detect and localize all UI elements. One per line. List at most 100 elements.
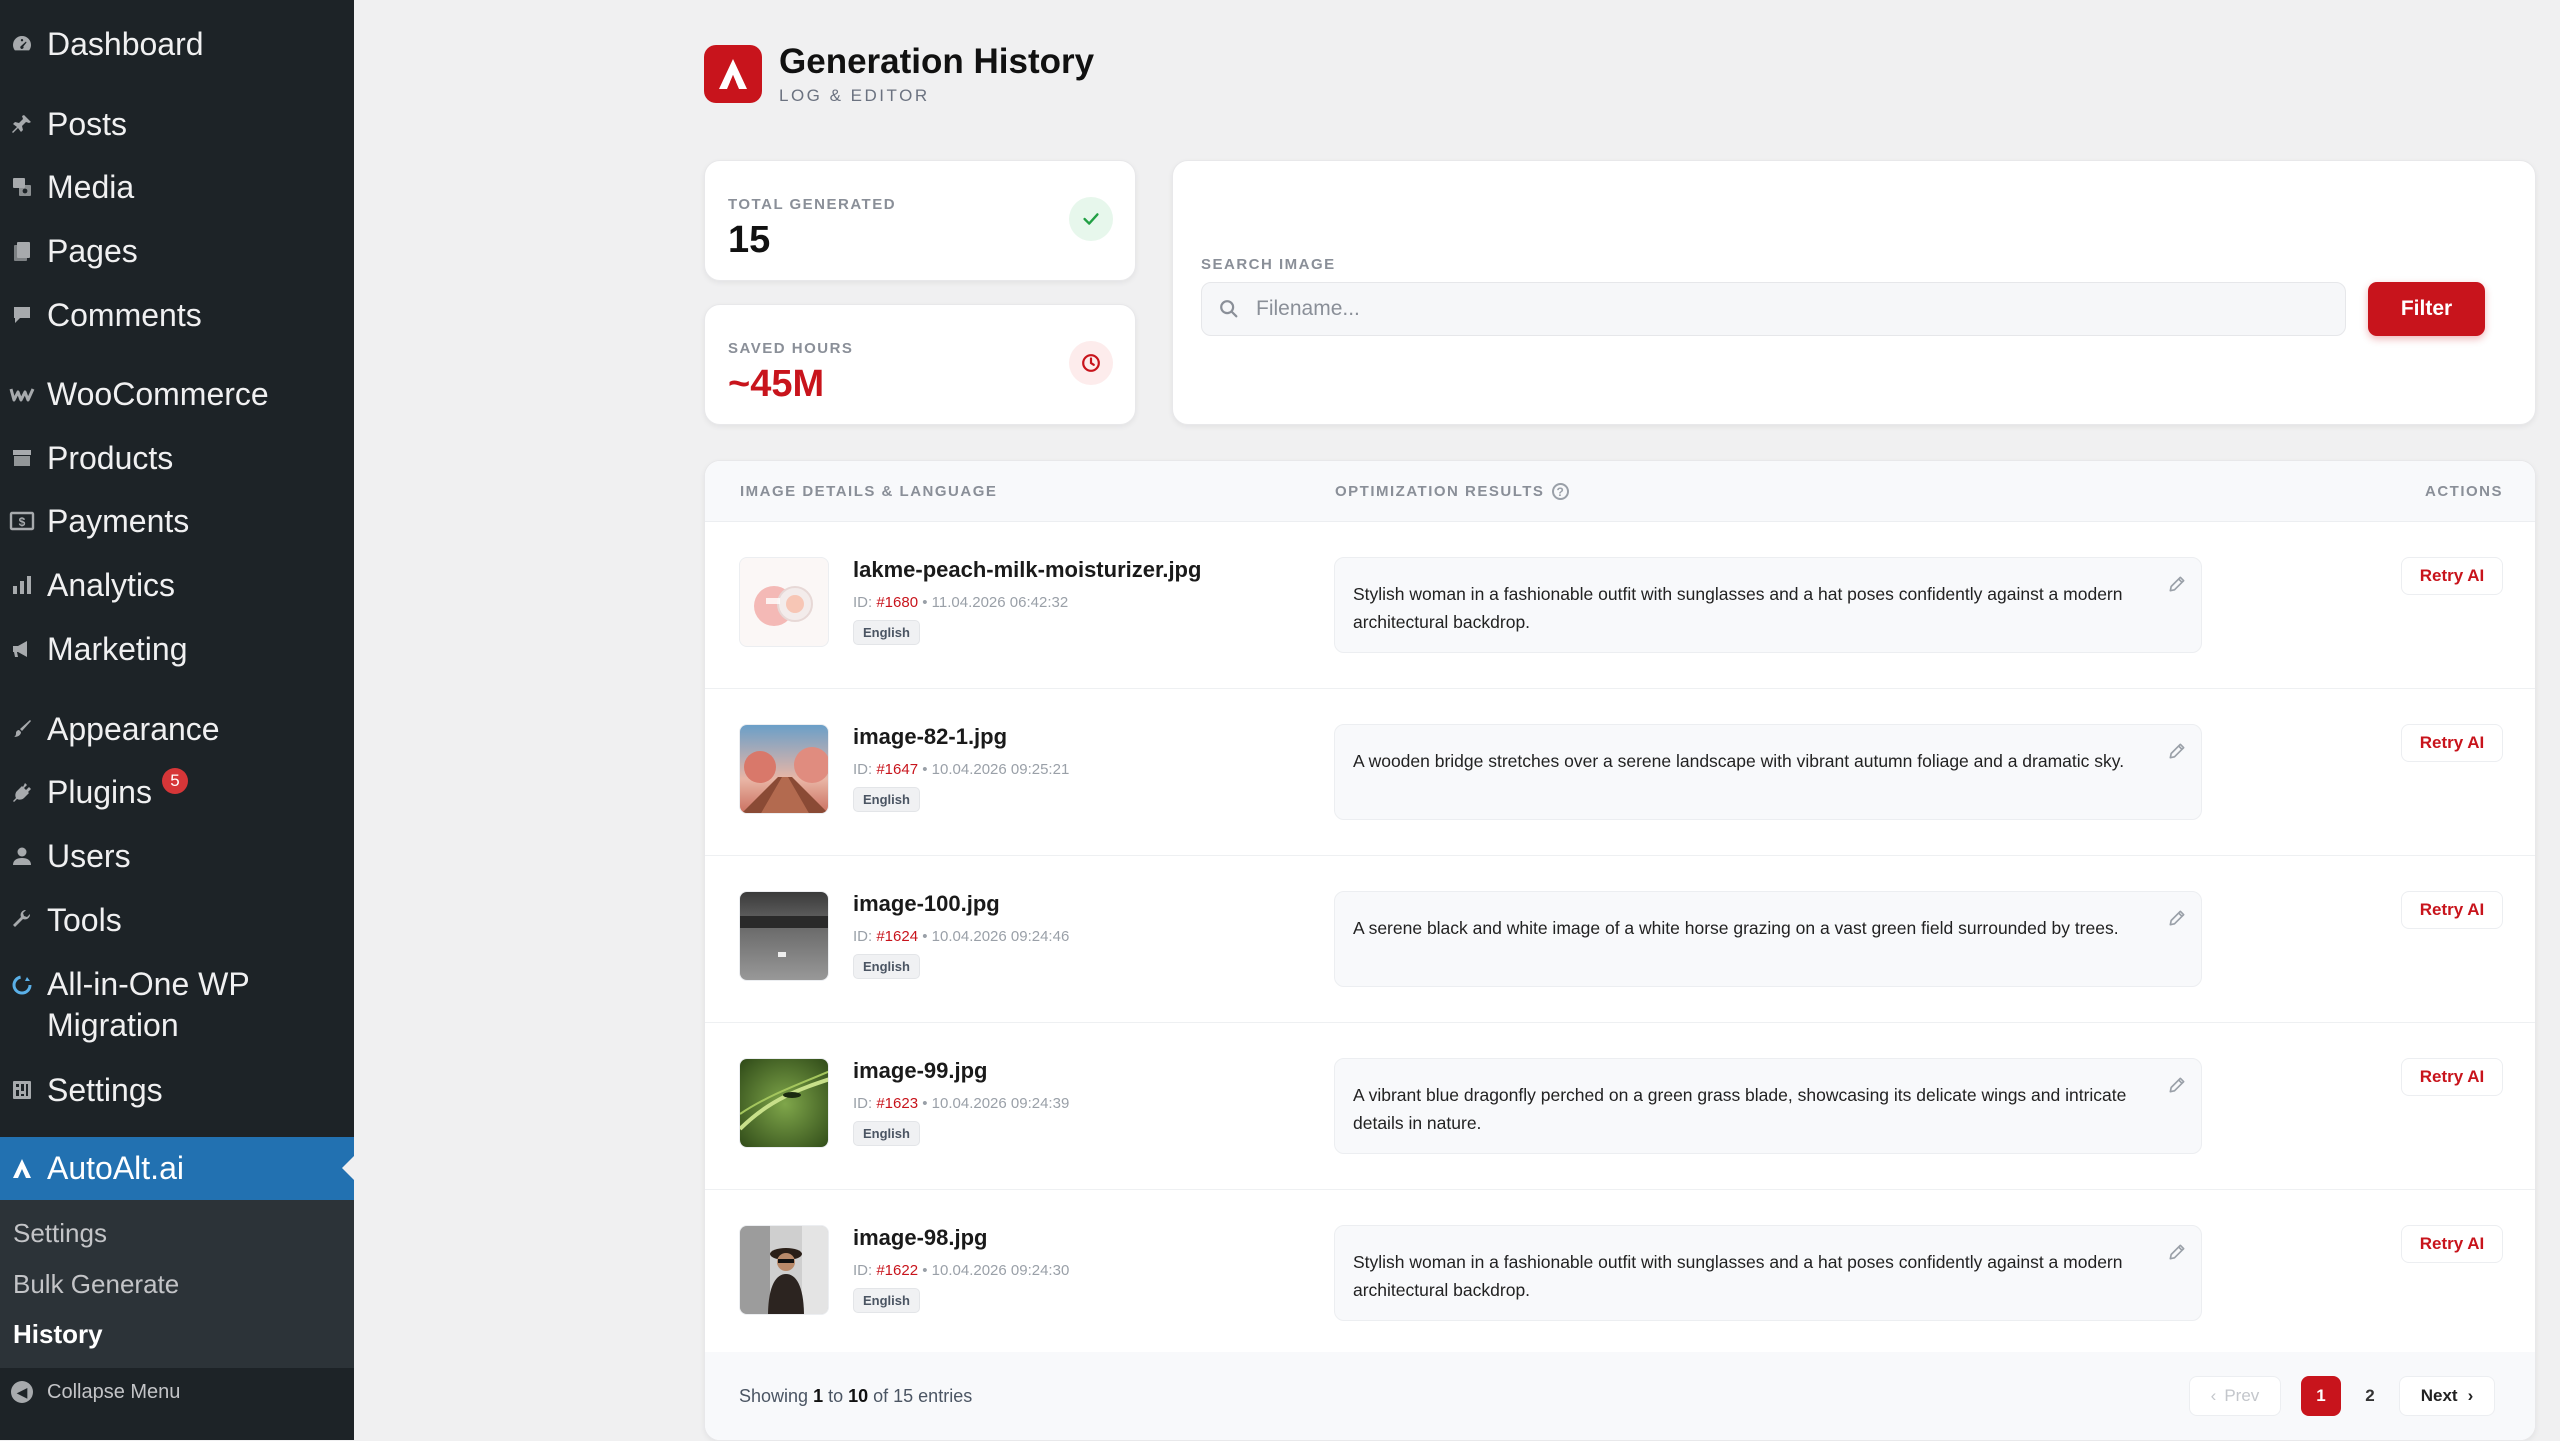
- page-2-button[interactable]: 2: [2350, 1376, 2390, 1416]
- saved-hours-value: ~45M: [728, 363, 825, 405]
- chevron-right-icon: ›: [2467, 1386, 2474, 1405]
- search-card: SEARCH IMAGE Filter: [1172, 160, 2536, 425]
- menu-item-appearance[interactable]: Appearance: [0, 698, 354, 760]
- menu-item-comments[interactable]: Comments: [0, 284, 354, 346]
- menu-item-settings[interactable]: Settings: [0, 1059, 354, 1121]
- file-name: image-98.jpg: [853, 1225, 988, 1250]
- image-id[interactable]: #1624: [876, 928, 918, 945]
- dashboard-icon: [9, 31, 35, 57]
- pencil-icon[interactable]: [2167, 574, 2187, 594]
- image-id[interactable]: #1680: [876, 594, 918, 611]
- collapse-menu-button[interactable]: ◀ Collapse Menu: [0, 1372, 354, 1412]
- menu-item-tools[interactable]: Tools: [0, 889, 354, 951]
- page-1-button[interactable]: 1: [2301, 1376, 2341, 1416]
- alt-text: A serene black and white image of a whit…: [1353, 918, 2119, 938]
- table-row: image-100.jpg ID: #1624 • 10.04.2026 09:…: [705, 855, 2535, 1023]
- total-generated-card: TOTAL GENERATED 15: [704, 160, 1136, 281]
- prev-page-button[interactable]: ‹ Prev: [2189, 1376, 2281, 1416]
- id-prefix: ID:: [853, 928, 877, 945]
- retry-ai-button[interactable]: Retry AI: [2401, 1225, 2503, 1263]
- pages-icon: [9, 238, 35, 264]
- woo-icon: [9, 381, 35, 407]
- showing-total: 15: [893, 1386, 914, 1406]
- help-icon[interactable]: ?: [1552, 483, 1570, 500]
- filter-button[interactable]: Filter: [2368, 282, 2485, 336]
- chart-bar-icon: [9, 572, 35, 598]
- saved-hours-label: SAVED HOURS: [728, 340, 854, 357]
- submenu-history[interactable]: History: [13, 1319, 103, 1350]
- image-id[interactable]: #1623: [876, 1095, 918, 1112]
- col-actions-label: ACTIONS: [2425, 483, 2503, 500]
- pencil-icon[interactable]: [2167, 741, 2187, 761]
- retry-ai-button[interactable]: Retry AI: [2401, 891, 2503, 929]
- total-generated-label: TOTAL GENERATED: [728, 196, 897, 213]
- autoalt-logo-icon: [719, 59, 747, 89]
- migration-icon: [9, 972, 35, 998]
- pencil-icon[interactable]: [2167, 1075, 2187, 1095]
- result-box[interactable]: A vibrant blue dragonfly perched on a gr…: [1334, 1058, 2202, 1154]
- retry-ai-button[interactable]: Retry AI: [2401, 724, 2503, 762]
- table-row: lakme-peach-milk-moisturizer.jpg ID: #16…: [705, 521, 2535, 689]
- result-box[interactable]: Stylish woman in a fashionable outfit wi…: [1334, 557, 2202, 653]
- search-image-label: SEARCH IMAGE: [1201, 256, 1336, 273]
- file-meta: ID: #1624 • 10.04.2026 09:24:46: [853, 928, 1070, 945]
- thumbnail-woman[interactable]: [739, 1225, 829, 1315]
- image-id[interactable]: #1647: [876, 761, 918, 778]
- date: 10.04.2026 09:24:30: [931, 1262, 1070, 1279]
- entries-summary: Showing 1 to 10 of 15 entries: [739, 1386, 972, 1407]
- thumbnail-bridge[interactable]: [739, 724, 829, 814]
- thumbnail-dragonfly[interactable]: [739, 1058, 829, 1148]
- menu-label: Comments: [47, 296, 202, 333]
- menu-label: Pages: [47, 232, 138, 269]
- table-header: IMAGE DETAILS & LANGUAGE OPTIMIZATION RE…: [705, 461, 2535, 522]
- result-box[interactable]: A wooden bridge stretches over a serene …: [1334, 724, 2202, 820]
- autoalt-logo: [704, 45, 762, 103]
- menu-item-all-in-one-wp-migration[interactable]: All-in-One WP Migration: [0, 964, 354, 1054]
- thumbnail-moisturizer[interactable]: [739, 557, 829, 647]
- pencil-icon[interactable]: [2167, 908, 2187, 928]
- page-subtitle: LOG & EDITOR: [779, 86, 930, 105]
- menu-item-posts[interactable]: Posts: [0, 93, 354, 155]
- menu-item-autoalt[interactable]: AutoAlt.ai: [0, 1137, 354, 1200]
- menu-label: Appearance: [47, 710, 220, 747]
- alt-text: Stylish woman in a fashionable outfit wi…: [1353, 584, 2123, 632]
- next-page-button[interactable]: Next ›: [2399, 1376, 2495, 1416]
- result-box[interactable]: Stylish woman in a fashionable outfit wi…: [1334, 1225, 2202, 1321]
- menu-item-products[interactable]: Products: [0, 427, 354, 489]
- menu-item-users[interactable]: Users: [0, 825, 354, 887]
- result-box[interactable]: A serene black and white image of a whit…: [1334, 891, 2202, 987]
- showing-of-word: of: [868, 1386, 894, 1406]
- total-generated-value: 15: [728, 219, 771, 261]
- menu-item-analytics[interactable]: Analytics: [0, 554, 354, 616]
- submenu-settings[interactable]: Settings: [13, 1218, 107, 1249]
- search-input[interactable]: [1254, 296, 2345, 322]
- thumbnail-horse[interactable]: [739, 891, 829, 981]
- table-row: image-98.jpg ID: #1622 • 10.04.2026 09:2…: [705, 1189, 2535, 1357]
- file-meta: ID: #1622 • 10.04.2026 09:24:30: [853, 1262, 1070, 1279]
- submenu-bulk-generate[interactable]: Bulk Generate: [13, 1269, 179, 1300]
- menu-item-media[interactable]: Media: [0, 156, 354, 218]
- autoalt-submenu: Settings Bulk Generate History: [0, 1200, 354, 1368]
- clock-icon: [1069, 341, 1113, 385]
- wrench-icon: [9, 907, 35, 933]
- image-id[interactable]: #1622: [876, 1262, 918, 1279]
- search-icon: [1218, 298, 1240, 320]
- search-box: [1201, 282, 2346, 336]
- retry-ai-button[interactable]: Retry AI: [2401, 1058, 2503, 1096]
- menu-item-woocommerce[interactable]: WooCommerce: [0, 363, 354, 425]
- menu-label: Posts: [47, 105, 128, 142]
- menu-item-pages[interactable]: Pages: [0, 220, 354, 282]
- menu-item-marketing[interactable]: Marketing: [0, 618, 354, 680]
- table-row: image-82-1.jpg ID: #1647 • 10.04.2026 09…: [705, 688, 2535, 856]
- megaphone-icon: [9, 636, 35, 662]
- pencil-icon[interactable]: [2167, 1242, 2187, 1262]
- retry-ai-button[interactable]: Retry AI: [2401, 557, 2503, 595]
- menu-item-payments[interactable]: $ Payments: [0, 490, 354, 552]
- menu-item-dashboard[interactable]: Dashboard: [0, 13, 354, 75]
- showing-to: 10: [848, 1386, 869, 1406]
- file-meta: ID: #1680 • 11.04.2026 06:42:32: [853, 594, 1069, 611]
- alt-text: A vibrant blue dragonfly perched on a gr…: [1353, 1085, 2127, 1133]
- menu-label: Products: [47, 439, 174, 476]
- brush-icon: [9, 716, 35, 742]
- menu-item-plugins[interactable]: Plugins 5: [0, 761, 354, 823]
